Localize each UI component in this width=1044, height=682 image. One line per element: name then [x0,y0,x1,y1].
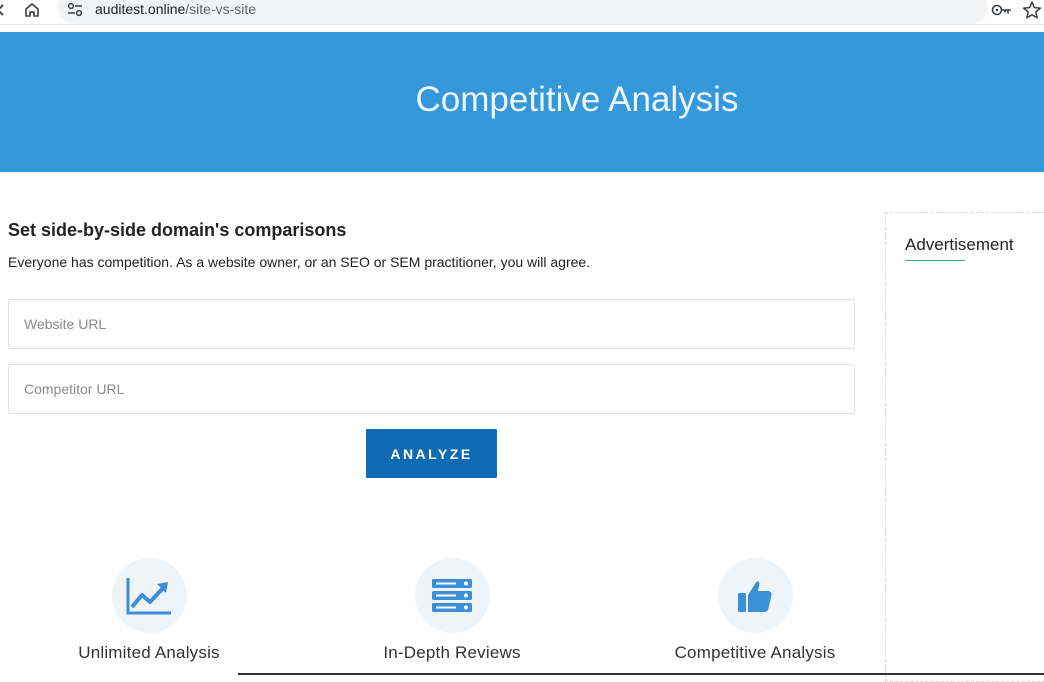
hero-banner: Competitive Analysis [0,32,1044,172]
comparison-form: Set side-by-side domain's comparisons Ev… [8,220,855,478]
advertisement-heading: Advertisement [905,235,1014,254]
feature-label: In-Depth Reviews [383,643,521,662]
feature-label: Competitive Analysis [674,643,836,662]
password-key-icon[interactable] [990,1,1014,19]
bookmark-star-icon[interactable] [1021,0,1043,20]
feature-competitive-analysis: Competitive Analysis [655,558,855,663]
url-domain: auditest.online [95,1,186,17]
feature-label: Unlimited Analysis [78,643,220,662]
home-icon [25,3,39,17]
feature-unlimited-analysis: Unlimited Analysis [49,558,249,663]
browser-toolbar: auditest.online/site-vs-site [0,0,1044,25]
url-path: /site-vs-site [185,1,257,17]
server-stack-icon [432,578,472,612]
trending-chart-icon [126,577,171,614]
analyze-button[interactable]: ANALYZE [366,429,497,478]
home-button[interactable] [20,0,44,20]
thumbs-up-icon [738,579,772,612]
heading-underline [905,260,965,261]
section-heading: Set side-by-side domain's comparisons [8,220,347,240]
feature-in-depth-reviews: In-Depth Reviews [352,558,552,663]
feature-icon-circle [414,558,490,633]
competitor-url-input[interactable] [8,364,855,414]
website-url-input[interactable] [8,299,855,349]
address-bar[interactable]: auditest.online/site-vs-site [58,0,988,24]
back-arrow-icon[interactable] [0,2,5,18]
url-text[interactable]: auditest.online/site-vs-site [95,1,256,17]
section-description: Everyone has competition. As a website o… [8,254,591,270]
feature-icon-circle [111,558,187,633]
feature-icon-circle [717,558,793,633]
advertisement-panel: Advertisement [885,212,1044,682]
site-settings-icon[interactable] [66,1,84,19]
page-title: Competitive Analysis [415,80,739,119]
